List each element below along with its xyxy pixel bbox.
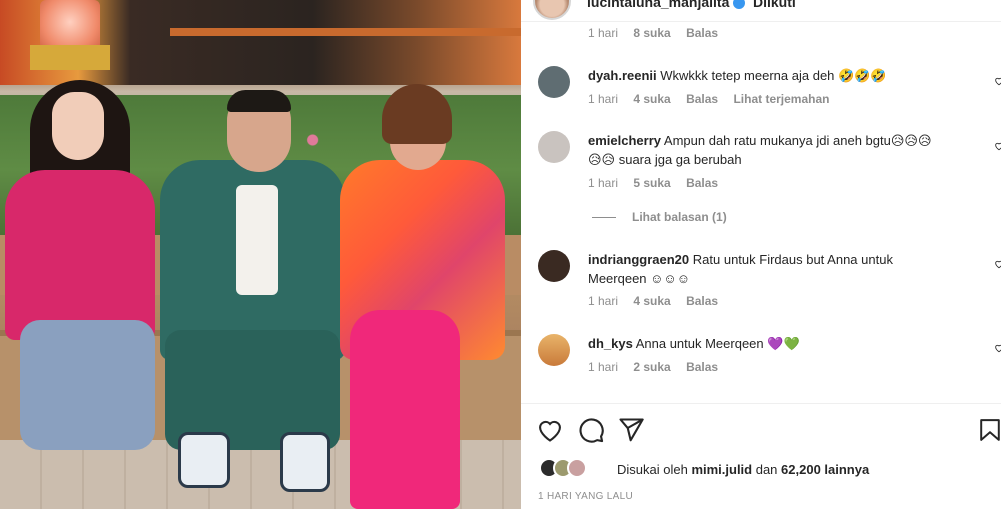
comment-likes[interactable]: 8 suka <box>633 26 670 40</box>
replies-line <box>592 217 616 219</box>
comment-text: dyah.reenii Wkwkkk tetep meerna aja deh … <box>588 66 988 85</box>
comment-likes[interactable]: 5 suka <box>633 176 670 190</box>
commenter-username[interactable]: dyah.reenii <box>588 68 657 83</box>
verified-badge-icon <box>733 0 746 10</box>
comment-body: Anna untuk Meerqeen 💜💚 <box>635 336 800 351</box>
post-header: lucintaluna_manjalita Diikuti <box>521 0 1001 22</box>
reply-button[interactable]: Balas <box>686 92 718 106</box>
author-avatar[interactable] <box>533 0 571 20</box>
liker-avatar <box>567 458 587 478</box>
commenter-username[interactable]: dh_kys <box>588 336 633 351</box>
person-middle-shoe <box>280 432 330 492</box>
comment-meta: 1 hari 4 suka Balas Lihat terjemahan <box>588 92 841 106</box>
post-date[interactable]: 1 HARI YANG LALU <box>538 491 633 502</box>
reply-button[interactable]: Balas <box>686 360 718 374</box>
comment-heart-icon[interactable] <box>994 343 1001 353</box>
comment-body: Ratu untuk Firdaus but Anna untuk <box>692 252 893 267</box>
commenter-avatar[interactable] <box>538 66 570 98</box>
comment-text: dh_kys Anna untuk Meerqeen 💜💚 <box>588 334 988 353</box>
comment-time: 1 hari <box>588 176 619 190</box>
commenter-username[interactable]: indrianggraen20 <box>588 252 689 267</box>
comment-time: 1 hari <box>588 92 619 106</box>
comments-panel: lucintaluna_manjalita Diikuti 1 hari 8 s… <box>521 0 1001 509</box>
person-left-legs <box>20 320 155 450</box>
person-middle-hair <box>227 90 291 112</box>
person-right-hair <box>382 84 452 144</box>
comment-likes[interactable]: 4 suka <box>633 92 670 106</box>
comment-icon[interactable] <box>577 416 605 444</box>
author-username-text[interactable]: lucintaluna_manjalita <box>587 0 729 10</box>
comment-heart-icon[interactable] <box>994 259 1001 269</box>
comment-likes[interactable]: 2 suka <box>633 360 670 374</box>
comment-meta: 1 hari 4 suka Balas <box>588 294 730 308</box>
post-actions <box>521 404 1001 456</box>
comment-time: 1 hari <box>588 294 619 308</box>
comment-text: indrianggraen20 Ratu untuk Firdaus but A… <box>588 250 988 288</box>
person-middle-shirt <box>236 185 278 295</box>
view-replies-label[interactable]: Lihat balasan (1) <box>632 210 727 224</box>
liked-by-row[interactable]: Disukai oleh mimi.julid dan 62,200 lainn… <box>539 458 999 480</box>
commenter-username[interactable]: emielcherry <box>588 133 661 148</box>
liked-by-count[interactable]: 62,200 lainnya <box>781 462 869 477</box>
comment-body: Ampun dah ratu mukanya jdi aneh bgtu😥😥😥 <box>663 133 932 148</box>
comment-heart-icon[interactable] <box>994 141 1001 151</box>
comment-time: 1 hari <box>588 360 619 374</box>
view-replies-button[interactable]: Lihat balasan (1) <box>592 210 727 224</box>
commenter-avatar[interactable] <box>538 334 570 366</box>
person-right-legs <box>350 310 460 509</box>
comment-text: emielcherry Ampun dah ratu mukanya jdi a… <box>588 131 988 169</box>
liked-by-middle: dan <box>752 462 782 477</box>
comment-likes[interactable]: 4 suka <box>633 294 670 308</box>
reply-button[interactable]: Balas <box>686 176 718 190</box>
reply-button[interactable]: Balas <box>686 26 718 40</box>
comment-time: 1 hari <box>588 26 619 40</box>
liked-by-text: Disukai oleh mimi.julid dan 62,200 lainn… <box>617 462 869 477</box>
stage-bar <box>170 28 521 36</box>
share-icon[interactable] <box>617 416 645 444</box>
heart-icon[interactable] <box>536 416 564 444</box>
person-middle-shoe <box>178 432 230 488</box>
comment-meta: 1 hari 2 suka Balas <box>588 360 730 374</box>
comment-body-cont: Meerqeen ☺☺☺ <box>588 271 690 286</box>
person-left-face <box>52 92 104 160</box>
commenter-avatar[interactable] <box>538 131 570 163</box>
person-left-body <box>5 170 155 340</box>
follow-status-button[interactable]: Diikuti <box>753 0 796 10</box>
prev-comment-meta: 1 hari 8 suka Balas <box>588 26 730 40</box>
comment-heart-icon[interactable] <box>994 76 1001 86</box>
post-photo[interactable] <box>0 0 521 509</box>
stage-lamp-base <box>30 45 110 70</box>
comment-body: Wkwkkk tetep meerna aja deh 🤣🤣🤣 <box>660 68 887 83</box>
commenter-avatar[interactable] <box>538 250 570 282</box>
translate-button[interactable]: Lihat terjemahan <box>733 92 829 106</box>
comment-body-cont: 😥😥 suara jga ga berubah <box>588 152 742 167</box>
author-username[interactable]: lucintaluna_manjalita <box>587 0 746 10</box>
bookmark-icon[interactable] <box>979 416 1001 444</box>
reply-button[interactable]: Balas <box>686 294 718 308</box>
liked-by-prefix: Disukai oleh <box>617 462 692 477</box>
liked-by-user[interactable]: mimi.julid <box>691 462 752 477</box>
comment-meta: 1 hari 5 suka Balas <box>588 176 730 190</box>
